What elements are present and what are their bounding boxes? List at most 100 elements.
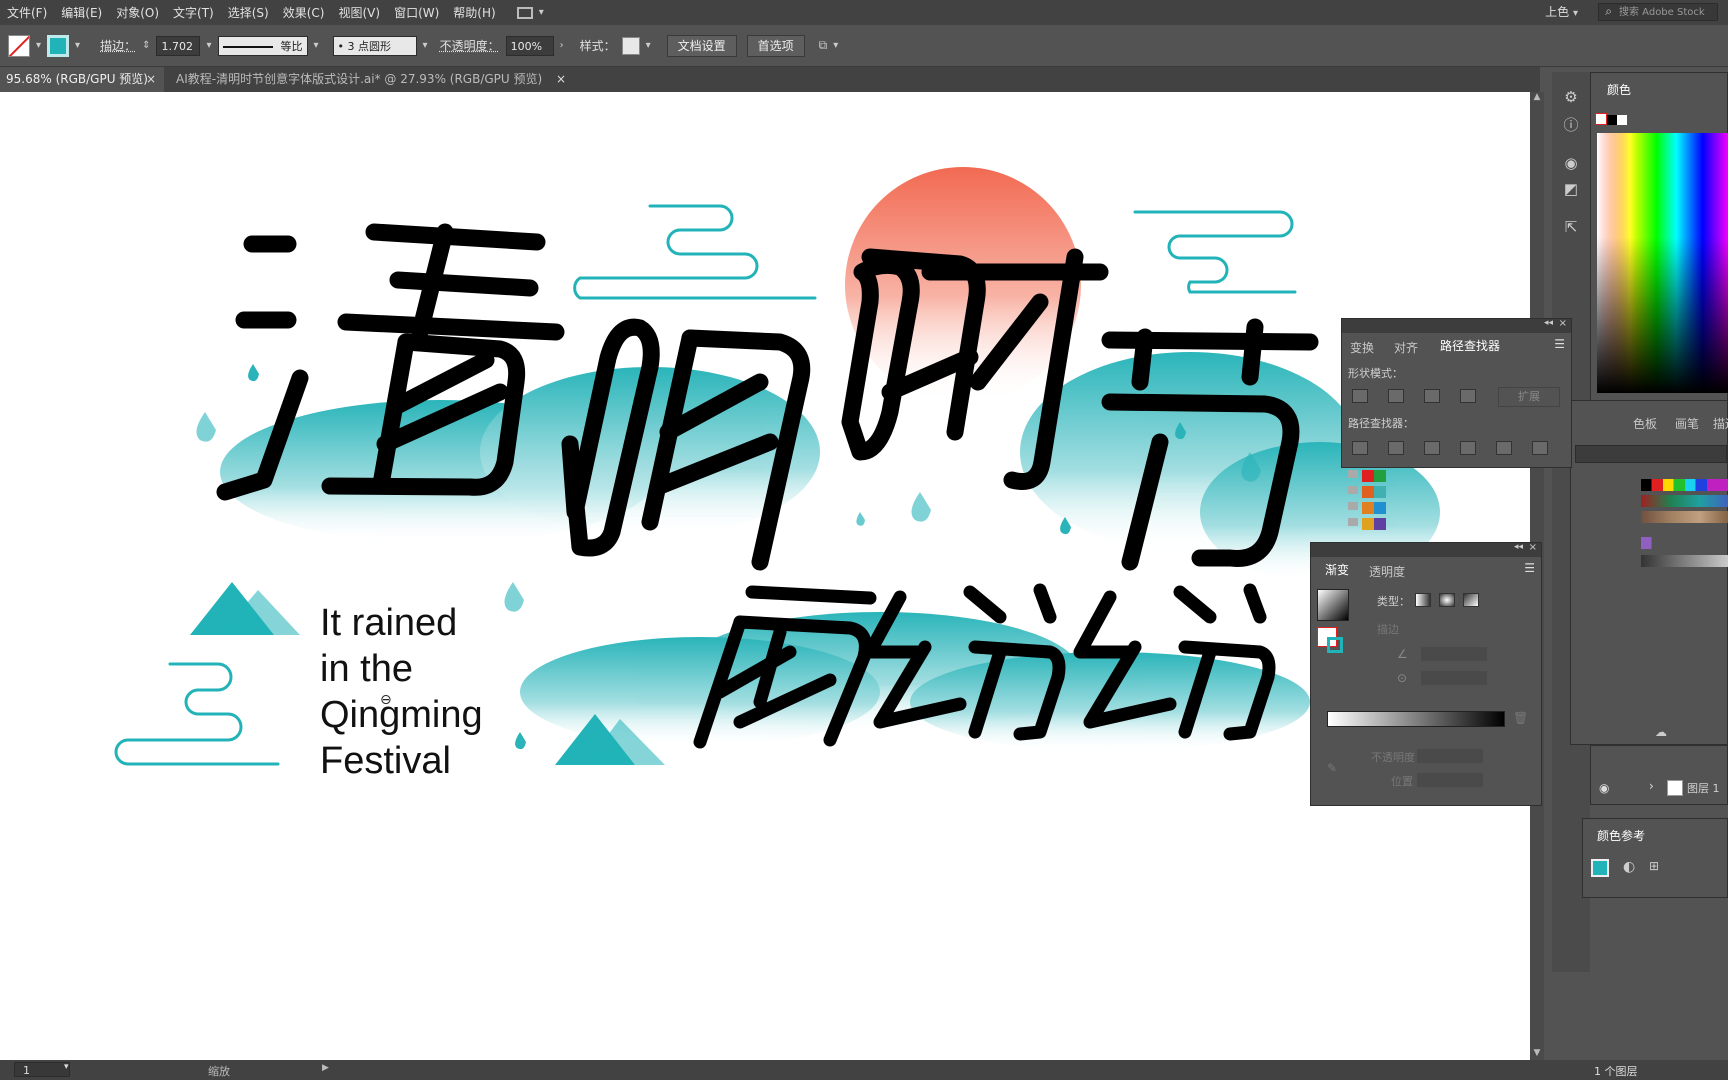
eyedropper-icon[interactable]: ✎ — [1327, 761, 1337, 775]
preferences-button[interactable]: 首选项 — [746, 34, 805, 57]
folder-icon[interactable] — [1348, 486, 1358, 494]
tab-brushes[interactable]: 画笔 — [1675, 415, 1699, 432]
unite-button[interactable] — [1352, 389, 1368, 403]
opacity-field[interactable] — [1417, 749, 1483, 763]
chevron-down-icon[interactable]: ▾ — [423, 40, 428, 51]
tab-document-1[interactable]: 95.68% (RGB/GPU 预览) × — [0, 67, 164, 92]
swatch-grid[interactable] — [1641, 479, 1728, 569]
swatch-green[interactable] — [1374, 470, 1386, 482]
trim-button[interactable] — [1388, 441, 1404, 455]
artboard-navigator[interactable]: 1 — [14, 1062, 70, 1077]
freeform-gradient-button[interactable] — [1463, 593, 1479, 607]
chevron-down-icon[interactable]: ▾ — [314, 40, 319, 51]
angle-input[interactable] — [1421, 647, 1487, 661]
panel-menu-icon[interactable]: ☰ — [1554, 337, 1565, 351]
fill-swatch[interactable] — [8, 34, 30, 57]
expand-chevron-icon[interactable]: › — [1649, 779, 1654, 793]
outline-button[interactable] — [1496, 441, 1512, 455]
swatch-red[interactable] — [1362, 470, 1374, 482]
folder-icon[interactable] — [1348, 502, 1358, 510]
harmony-base-swatch[interactable] — [1591, 859, 1609, 877]
swatch-blue[interactable] — [1374, 502, 1386, 514]
color-wheel-icon[interactable]: ◐ — [1623, 859, 1635, 875]
menu-window[interactable]: 窗口(W) — [387, 4, 446, 21]
stroke-weight-input[interactable]: 1.702 — [156, 35, 201, 56]
color-mini-swatches[interactable] — [1595, 113, 1627, 128]
chevron-down-icon[interactable]: ▾ — [36, 40, 41, 51]
save-group-icon[interactable]: ⊞ — [1649, 859, 1659, 873]
tab-color-guide[interactable]: 颜色参考 — [1589, 825, 1654, 846]
collapse-icon[interactable]: ◂◂ — [1514, 542, 1523, 552]
tab-transform[interactable]: 变换 — [1350, 339, 1374, 356]
stroke-indicator[interactable] — [1327, 637, 1343, 653]
location-field[interactable] — [1417, 773, 1483, 787]
minus-front-button[interactable] — [1388, 389, 1404, 403]
arrange-icon[interactable]: ⧉ — [819, 38, 828, 53]
variable-width-profile[interactable]: 等比 — [217, 35, 308, 56]
cloud-library-icon[interactable]: ☁ — [1655, 725, 1667, 739]
panel-header[interactable] — [1342, 319, 1571, 333]
chevron-down-icon[interactable]: ▾ — [75, 40, 80, 51]
tab-stroke[interactable]: 描边 — [1713, 415, 1728, 432]
opacity-label[interactable]: 不透明度： — [440, 37, 500, 54]
stroke-weight-label[interactable]: 描边： — [100, 37, 136, 54]
close-icon[interactable]: × — [1529, 542, 1537, 553]
status-play-icon[interactable]: ▶ — [322, 1063, 329, 1073]
properties-icon[interactable]: ⚙ — [1562, 88, 1580, 106]
expand-button[interactable]: 扩展 — [1498, 387, 1560, 407]
swatch-purple[interactable] — [1374, 518, 1386, 530]
transform-icon[interactable]: ◩ — [1562, 180, 1580, 198]
collapse-icon[interactable]: ◂◂ — [1544, 318, 1553, 328]
linear-gradient-button[interactable] — [1415, 593, 1431, 607]
stepper-icon[interactable]: ⇕ — [142, 40, 150, 51]
tab-pathfinder[interactable]: 路径查找器 — [1432, 335, 1509, 356]
minus-back-button[interactable] — [1532, 441, 1548, 455]
menu-effect[interactable]: 效果(C) — [276, 4, 332, 21]
gradient-preview-swatch[interactable] — [1317, 589, 1349, 621]
menu-edit[interactable]: 编辑(E) — [54, 4, 109, 21]
menu-select[interactable]: 选择(S) — [221, 4, 276, 21]
radial-gradient-button[interactable] — [1439, 593, 1455, 607]
tab-color[interactable]: 颜色 — [1599, 79, 1640, 100]
scroll-up-icon[interactable]: ▲ — [1530, 92, 1544, 102]
appearance-icon[interactable]: ◉ — [1562, 154, 1580, 172]
close-icon[interactable]: × — [146, 67, 156, 92]
close-icon[interactable]: × — [1559, 318, 1567, 329]
graphic-style-swatch[interactable] — [621, 36, 640, 55]
black-swatch[interactable] — [1607, 115, 1617, 125]
stroke-swatch[interactable] — [47, 34, 70, 57]
tab-align[interactable]: 对齐 — [1394, 339, 1418, 356]
artboard-canvas[interactable]: It rained in the Qingming Festival ⊖ — [0, 92, 1530, 1060]
panel-menu-icon[interactable]: ☰ — [1524, 561, 1535, 575]
menu-help[interactable]: 帮助(H) — [446, 4, 502, 21]
folder-icon[interactable] — [1348, 470, 1358, 478]
swatch-orange-2[interactable] — [1362, 502, 1374, 514]
menu-type[interactable]: 文字(T) — [166, 4, 221, 21]
chevron-down-icon[interactable]: ▾ — [539, 7, 544, 18]
swatch-orange[interactable] — [1362, 486, 1374, 498]
zoom-status[interactable]: 缩放 — [208, 1063, 230, 1079]
document-setup-button[interactable]: 文档设置 — [666, 34, 737, 57]
info-icon[interactable]: ⓘ — [1562, 116, 1580, 134]
folder-icon[interactable] — [1348, 518, 1358, 526]
tab-document-2[interactable]: AI教程-清明时节创意字体版式设计.ai* @ 27.93% (RGB/GPU … — [170, 67, 574, 92]
export-icon[interactable]: ⇱ — [1562, 218, 1580, 236]
none-swatch[interactable] — [1595, 113, 1607, 125]
opacity-input[interactable]: 100% — [505, 35, 554, 56]
tab-transparency[interactable]: 透明度 — [1369, 563, 1405, 580]
trash-icon[interactable]: 🗑 — [1513, 711, 1528, 725]
style-label[interactable]: 样式： — [580, 37, 616, 54]
white-swatch[interactable] — [1617, 115, 1627, 125]
tab-gradient[interactable]: 渐变 — [1317, 559, 1358, 580]
chevron-down-icon[interactable]: ▾ — [64, 1062, 69, 1072]
chevron-down-icon[interactable]: ▾ — [646, 40, 651, 51]
menu-view[interactable]: 视图(V) — [331, 4, 387, 21]
menu-file[interactable]: 文件(F) — [0, 4, 54, 21]
chevron-down-icon[interactable]: ▾ — [833, 40, 838, 51]
scroll-down-icon[interactable]: ▼ — [1530, 1048, 1544, 1058]
workspace-switcher[interactable]: 上色 ▾ — [1545, 3, 1578, 20]
gradient-slider[interactable] — [1327, 711, 1505, 727]
swatch-teal[interactable] — [1374, 486, 1386, 498]
brush-definition[interactable]: • 3 点圆形 — [332, 35, 417, 56]
color-spectrum[interactable] — [1597, 133, 1728, 393]
